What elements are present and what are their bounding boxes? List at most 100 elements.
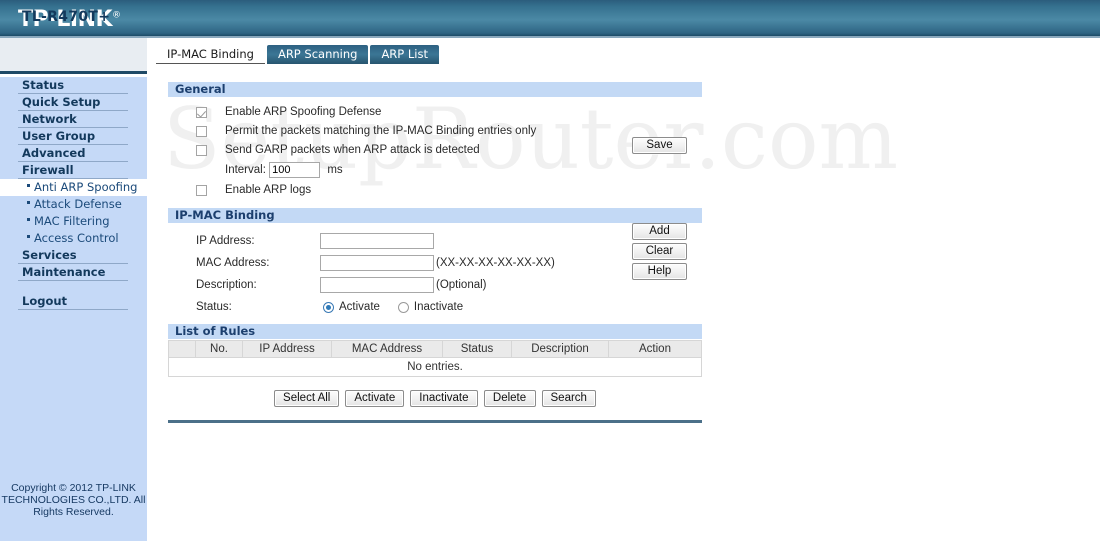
sidebar-label: Quick Setup	[22, 95, 101, 109]
mac-address-input[interactable]	[320, 255, 434, 271]
help-button[interactable]: Help	[632, 263, 687, 280]
tab-arp-scanning[interactable]: ARP Scanning	[266, 45, 369, 64]
radio-inactivate-label: Inactivate	[413, 301, 464, 313]
column-description: Description	[511, 340, 609, 358]
form-row-status: Status: Activate Inactivate	[168, 296, 702, 318]
model-band	[0, 38, 147, 74]
search-button[interactable]: Search	[541, 390, 596, 407]
status-radio-group: Activate Inactivate	[323, 296, 481, 318]
sidebar-item-network[interactable]: Network	[0, 111, 147, 128]
save-button[interactable]: Save	[632, 137, 687, 154]
checkbox-label: Send GARP packets when ARP attack is det…	[225, 144, 480, 156]
interval-unit: ms	[327, 164, 343, 176]
checkbox-send-garp-packets[interactable]	[196, 145, 207, 156]
form-row-description: Description: (Optional)	[168, 274, 702, 296]
checkbox-enable-arp-spoofing-defense[interactable]	[196, 107, 207, 118]
tab-arp-list[interactable]: ARP List	[370, 45, 439, 64]
sidebar-nav: Status Quick Setup Network User Group Ad…	[0, 77, 147, 541]
checkbox-row-enable-arp-logs[interactable]: Enable ARP logs	[168, 181, 702, 200]
radio-activate[interactable]	[323, 301, 334, 313]
sidebar-item-attack-defense[interactable]: Attack Defense	[0, 196, 147, 213]
radio-inactivate[interactable]	[397, 301, 409, 313]
sidebar-item-logout[interactable]: Logout	[0, 293, 147, 310]
form-row-ip-address: IP Address:	[168, 230, 702, 252]
sidebar-label: Advanced	[22, 146, 86, 160]
sidebar-label: User Group	[22, 129, 96, 143]
sidebar-label: Status	[22, 78, 65, 92]
divider	[18, 280, 128, 281]
panel-bottom-rule	[168, 420, 702, 423]
clear-button[interactable]: Clear	[632, 243, 687, 260]
list-of-rules-section-header: List of Rules	[168, 324, 702, 339]
empty-message: No entries.	[168, 357, 702, 377]
checkbox-label: Permit the packets matching the IP-MAC B…	[225, 125, 537, 137]
interval-label: Interval:	[225, 164, 266, 176]
sidebar-item-status[interactable]: Status	[0, 77, 147, 94]
checkbox-row-enable-arp-spoofing-defense[interactable]: Enable ARP Spoofing Defense	[168, 103, 702, 122]
column-no: No.	[195, 340, 243, 358]
checkbox-label: Enable ARP logs	[225, 184, 312, 196]
checkbox-permit-matching-packets[interactable]	[196, 126, 207, 137]
binding-action-buttons: Add Clear Help	[632, 223, 688, 283]
column-mac-address: MAC Address	[331, 340, 443, 358]
sidebar-item-anti-arp-spoofing[interactable]: Anti ARP Spoofing	[0, 179, 147, 196]
sidebar-label: Anti ARP Spoofing	[34, 180, 138, 194]
add-button[interactable]: Add	[632, 223, 687, 240]
sidebar-item-advanced[interactable]: Advanced	[0, 145, 147, 162]
sidebar-item-services[interactable]: Services	[0, 247, 147, 264]
divider	[18, 309, 128, 310]
copyright-text: Copyright © 2012 TP-LINK TECHNOLOGIES CO…	[1, 482, 146, 518]
delete-button[interactable]: Delete	[483, 390, 536, 407]
tab-bar: IP-MAC Binding ARP Scanning ARP List	[156, 45, 441, 64]
sidebar-label: Access Control	[34, 231, 119, 245]
sidebar-label: Firewall	[22, 163, 74, 177]
logo-registered-mark: ®	[112, 10, 121, 21]
inactivate-button[interactable]: Inactivate	[410, 390, 478, 407]
form-row-mac-address: MAC Address: (XX-XX-XX-XX-XX-XX)	[168, 252, 702, 274]
ip-mac-binding-section-header: IP-MAC Binding	[168, 208, 702, 223]
sidebar-item-maintenance[interactable]: Maintenance	[0, 264, 147, 281]
ip-mac-binding-section-body: IP Address: MAC Address: (XX-XX-XX-XX-XX…	[168, 223, 702, 324]
router-admin-page: TP-LINK® TL-R470T+ Status Quick Setup Ne…	[0, 0, 1100, 541]
header-banner: TP-LINK®	[0, 0, 1100, 38]
bullet-icon	[27, 201, 30, 204]
description-hint: (Optional)	[436, 279, 487, 291]
sidebar-item-mac-filtering[interactable]: MAC Filtering	[0, 213, 147, 230]
activate-button[interactable]: Activate	[345, 390, 405, 407]
table-empty-row: No entries.	[168, 357, 702, 377]
rules-action-buttons: Select All Activate Inactivate Delete Search	[168, 390, 702, 407]
settings-panel: General Enable ARP Spoofing Defense Perm…	[168, 82, 702, 423]
tab-ip-mac-binding[interactable]: IP-MAC Binding	[156, 45, 265, 64]
sidebar-item-access-control[interactable]: Access Control	[0, 230, 147, 247]
sidebar-item-quick-setup[interactable]: Quick Setup	[0, 94, 147, 111]
content-area: SetupRouter.com IP-MAC Binding ARP Scanni…	[147, 38, 1100, 541]
sidebar-label: Maintenance	[22, 265, 106, 279]
sidebar-item-firewall[interactable]: Firewall	[0, 162, 147, 179]
select-all-button[interactable]: Select All	[274, 390, 340, 407]
sidebar-item-user-group[interactable]: User Group	[0, 128, 147, 145]
description-input[interactable]	[320, 277, 434, 293]
ip-address-input[interactable]	[320, 233, 434, 249]
column-ip-address: IP Address	[242, 340, 332, 358]
checkbox-row-permit-matching-packets[interactable]: Permit the packets matching the IP-MAC B…	[168, 122, 702, 141]
column-action: Action	[608, 340, 702, 358]
column-status: Status	[442, 340, 512, 358]
sidebar-label: Logout	[22, 294, 68, 308]
sidebar-label: Services	[22, 248, 77, 262]
interval-row: Interval: ms	[168, 160, 702, 181]
table-header-row: No. IP Address MAC Address Status Descri…	[168, 340, 702, 358]
checkbox-enable-arp-logs[interactable]	[196, 185, 207, 196]
mac-address-label: MAC Address:	[196, 257, 270, 269]
bullet-icon	[27, 235, 30, 238]
sidebar-label: MAC Filtering	[34, 214, 110, 228]
checkbox-row-send-garp-packets[interactable]: Send GARP packets when ARP attack is det…	[168, 141, 702, 160]
general-section-body: Enable ARP Spoofing Defense Permit the p…	[168, 97, 702, 208]
checkbox-label: Enable ARP Spoofing Defense	[225, 106, 382, 118]
table-body: No entries.	[168, 357, 702, 377]
radio-activate-label: Activate	[339, 301, 380, 313]
interval-input[interactable]	[269, 161, 321, 178]
sidebar-label: Attack Defense	[34, 197, 122, 211]
sidebar-label: Network	[22, 112, 77, 126]
general-section-header: General	[168, 82, 702, 97]
